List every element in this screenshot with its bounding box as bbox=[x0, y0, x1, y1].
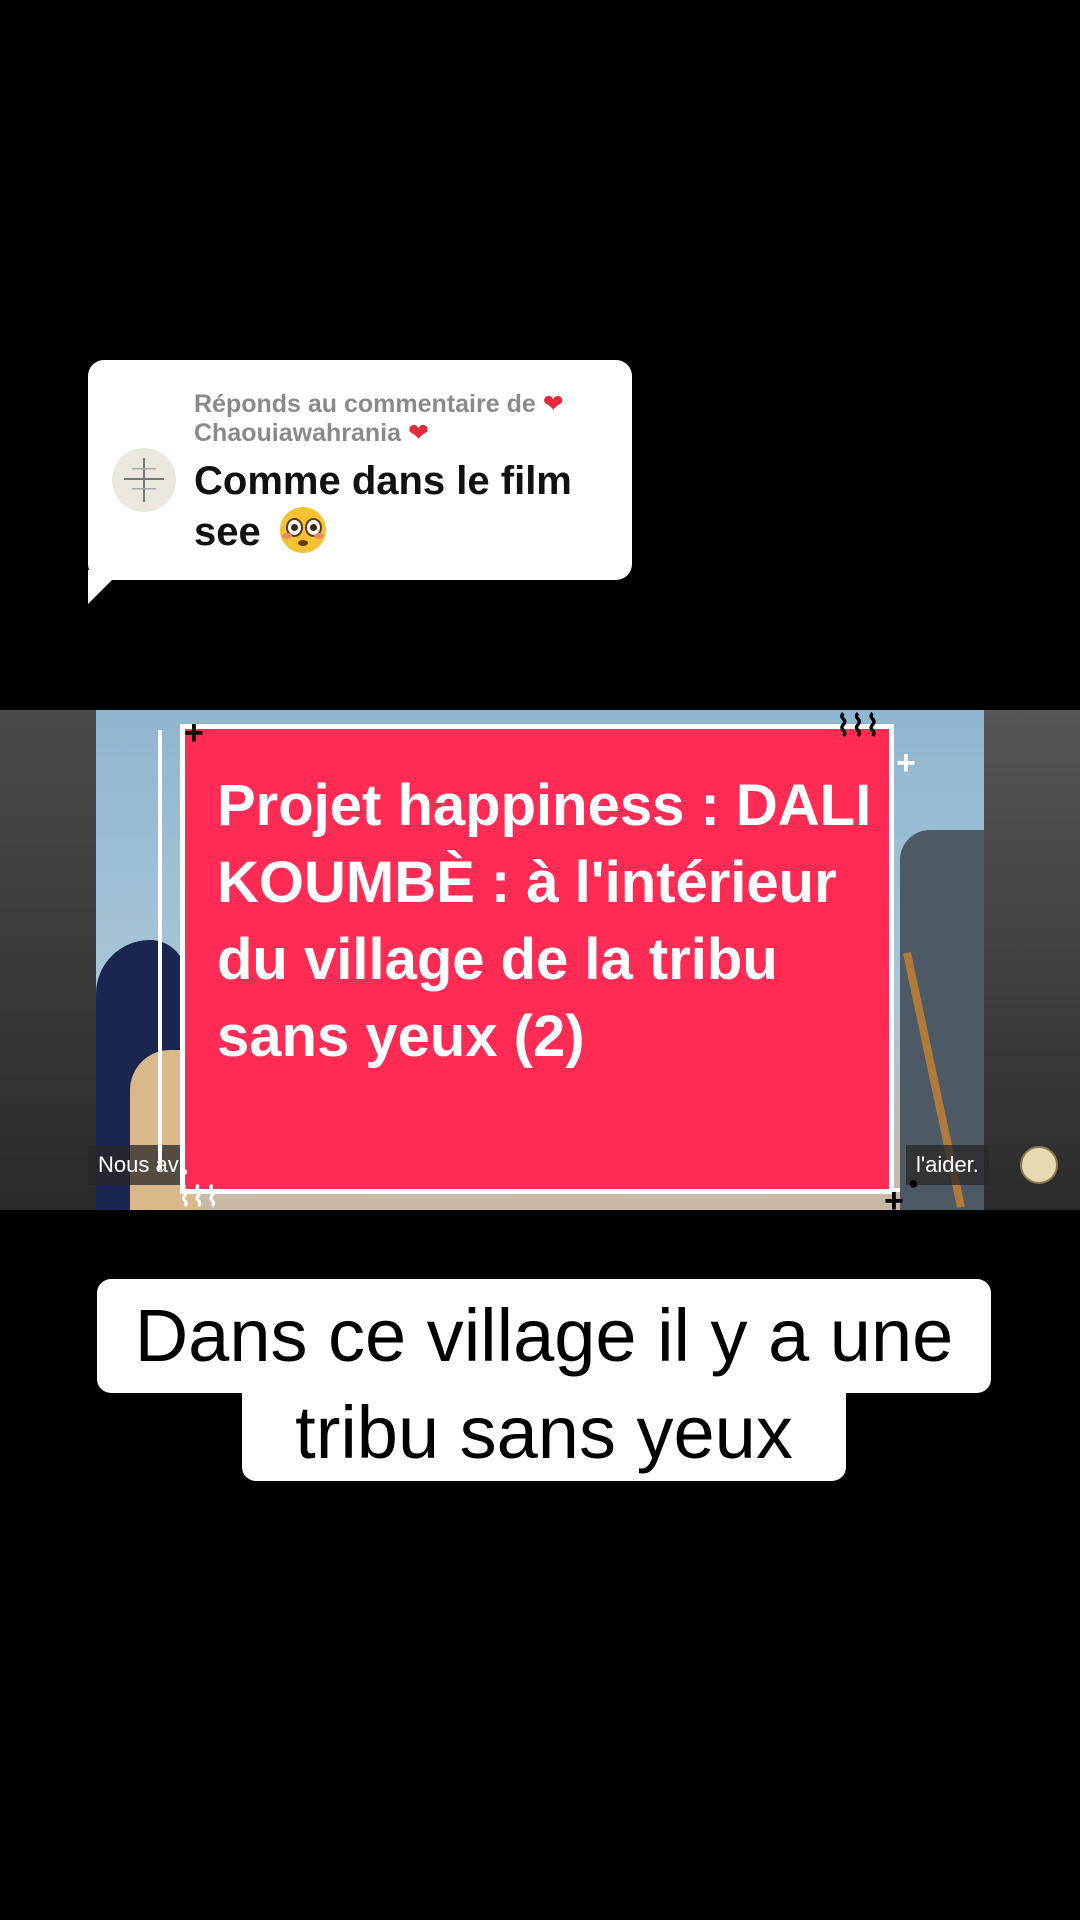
channel-logo-icon bbox=[1020, 1146, 1058, 1184]
frame-decoration-line bbox=[158, 730, 162, 1170]
plus-decoration-icon: + bbox=[896, 744, 916, 782]
plus-decoration-icon: + bbox=[884, 1182, 904, 1210]
reply-prefix: Réponds au commentaire de bbox=[194, 390, 536, 418]
video-player[interactable]: Nous av l'aider. Projet happiness : DALI… bbox=[0, 710, 1080, 1210]
plus-decoration-icon: + bbox=[184, 714, 204, 752]
title-card: Projet happiness : DALI KOUMBÈ : à l'int… bbox=[180, 724, 894, 1194]
video-caption-left: Nous av bbox=[88, 1145, 189, 1185]
commenter-avatar[interactable] bbox=[112, 448, 176, 512]
flushed-face-emoji-icon bbox=[279, 507, 326, 553]
broken-heart-icon: ❤ bbox=[542, 390, 564, 418]
video-blur-right bbox=[984, 710, 1080, 1210]
reply-comment-bubble[interactable]: Réponds au commentaire de ❤ Chaouiawahra… bbox=[88, 360, 632, 580]
dot-decoration-icon: ● bbox=[908, 1173, 919, 1193]
subtitle-box-1: Dans ce village il y a une bbox=[97, 1279, 991, 1393]
subtitle-line-1: Dans ce village il y a une bbox=[134, 1294, 954, 1377]
reply-comment-text: Comme dans le film see bbox=[194, 456, 614, 558]
broken-heart-icon: ❤ bbox=[407, 419, 429, 447]
comment-line-2: see bbox=[194, 510, 261, 554]
dot-decoration-icon: ● bbox=[180, 1163, 189, 1179]
video-title: Projet happiness : DALI KOUMBÈ : à l'int… bbox=[217, 773, 872, 1069]
video-blur-left bbox=[0, 710, 96, 1210]
subtitle-line-2: tribu sans yeux bbox=[295, 1391, 793, 1474]
reply-bubble-tail bbox=[88, 570, 122, 604]
reply-username[interactable]: Chaouiawahrania bbox=[194, 419, 401, 447]
subtitle-box-2: tribu sans yeux bbox=[242, 1389, 846, 1481]
comment-line-1: Comme dans le film bbox=[194, 459, 572, 503]
reply-to-label: Réponds au commentaire de ❤ Chaouiawahra… bbox=[194, 390, 614, 448]
zigzag-decoration-icon: ⌇⌇⌇ bbox=[836, 710, 880, 743]
